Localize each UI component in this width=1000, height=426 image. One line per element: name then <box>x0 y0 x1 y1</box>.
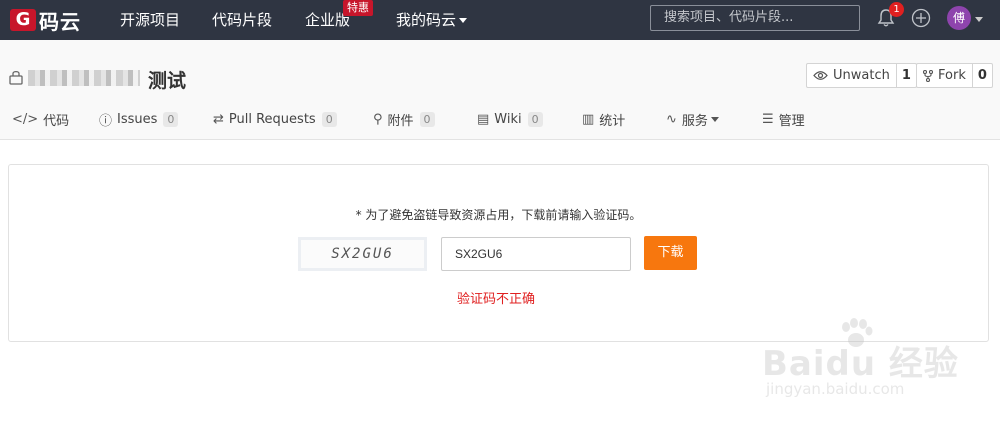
tab-label: 附件 <box>387 113 414 129</box>
unwatch-button[interactable]: Unwatch 1 <box>806 63 917 88</box>
tab-label: Pull Requests <box>228 111 316 127</box>
tab-issues[interactable]: ⓘ Issues 0 <box>99 109 179 129</box>
owner-name-redacted <box>28 70 140 86</box>
logo-text: 码云 <box>39 9 81 34</box>
captcha-input[interactable] <box>441 237 631 271</box>
avatar-chevron-down-icon[interactable] <box>975 17 983 22</box>
fork-label: Fork <box>938 68 966 83</box>
repo-tabs: </> 代码 ⓘ Issues 0 ⇄ Pull Requests 0 ⚲ 附件… <box>0 109 1000 131</box>
tab-code[interactable]: </> 代码 <box>12 109 69 129</box>
tab-stats[interactable]: ▥ 统计 <box>582 109 625 129</box>
unwatch-label-wrap: Unwatch <box>807 64 896 87</box>
captcha-image[interactable]: SX2GU6 <box>298 237 427 271</box>
tab-label: 服务 <box>681 113 708 129</box>
top-nav-bar: G 码云 开源项目 代码片段 企业版 特惠 我的码云 搜索项目、代码片段... … <box>0 0 1000 40</box>
watch-count[interactable]: 1 <box>895 64 916 87</box>
tab-count: 0 <box>163 111 179 127</box>
tab-manage[interactable]: ☰ 管理 <box>762 109 805 129</box>
tab-wiki[interactable]: ▤ Wiki 0 <box>477 109 543 129</box>
wiki-icon: ▤ <box>477 111 490 127</box>
repo-name[interactable]: 测试 <box>148 66 186 93</box>
nav-open-source[interactable]: 开源项目 <box>120 10 180 30</box>
nav-my-gitee-label: 我的码云 <box>396 11 457 29</box>
download-captcha-panel: * 为了避免盗链导致资源占用，下载前请输入验证码。 SX2GU6 下载 验证码不… <box>8 164 989 342</box>
add-icon[interactable] <box>911 8 931 28</box>
manage-icon: ☰ <box>762 111 774 127</box>
tab-label: 代码 <box>43 113 70 129</box>
nav-code-snippets[interactable]: 代码片段 <box>212 10 272 30</box>
watermark-url: jingyan.baidu.com <box>766 380 905 398</box>
service-icon: ∿ <box>666 111 677 127</box>
captcha-hint: * 为了避免盗链导致资源占用，下载前请输入验证码。 <box>355 208 642 222</box>
chevron-down-icon <box>459 18 468 23</box>
download-button[interactable]: 下载 <box>644 236 697 270</box>
code-icon: </> <box>12 111 39 127</box>
chevron-down-icon <box>710 116 719 122</box>
enterprise-promo-badge: 特惠 <box>343 0 373 16</box>
stats-icon: ▥ <box>582 111 595 127</box>
tab-count: 0 <box>321 111 337 127</box>
tab-label: 统计 <box>599 113 626 129</box>
tab-count: 0 <box>527 111 543 127</box>
logo-mark-icon: G <box>10 9 36 31</box>
tab-label: 管理 <box>778 113 805 129</box>
unwatch-label: Unwatch <box>833 68 890 83</box>
lock-icon <box>9 70 23 85</box>
nav-my-gitee[interactable]: 我的码云 <box>396 10 468 30</box>
search-input[interactable]: 搜索项目、代码片段... <box>650 5 860 31</box>
repo-header: 测试 Unwatch 1 Fork 0 </> 代码 ⓘ Issues 0 ⇄ … <box>0 40 1000 140</box>
fork-count[interactable]: 0 <box>971 64 992 87</box>
tab-count: 0 <box>419 111 435 127</box>
baidu-jingyan-watermark: Baidu 经验 jingyan.baidu.com <box>752 318 992 410</box>
tab-label: Issues <box>117 111 158 127</box>
fork-label-wrap: Fork <box>917 64 972 87</box>
fork-button[interactable]: Fork 0 <box>916 63 993 88</box>
tab-services[interactable]: ∿ 服务 <box>666 109 719 129</box>
tab-attachments[interactable]: ⚲ 附件 0 <box>373 109 435 129</box>
tab-label: Wiki <box>494 111 522 127</box>
fork-icon <box>923 69 933 82</box>
eye-icon <box>813 71 828 80</box>
pull-request-icon: ⇄ <box>213 111 224 127</box>
logo[interactable]: G 码云 <box>10 6 81 34</box>
watermark-title: Baidu 经验 <box>762 344 959 384</box>
captcha-error-message: 验证码不正确 <box>457 292 536 307</box>
attachment-icon: ⚲ <box>373 111 383 127</box>
notification-count-badge: 1 <box>889 2 904 17</box>
issues-icon: ⓘ <box>99 113 113 129</box>
tab-pull-requests[interactable]: ⇄ Pull Requests 0 <box>213 109 337 129</box>
avatar[interactable]: 傅 <box>947 6 971 30</box>
